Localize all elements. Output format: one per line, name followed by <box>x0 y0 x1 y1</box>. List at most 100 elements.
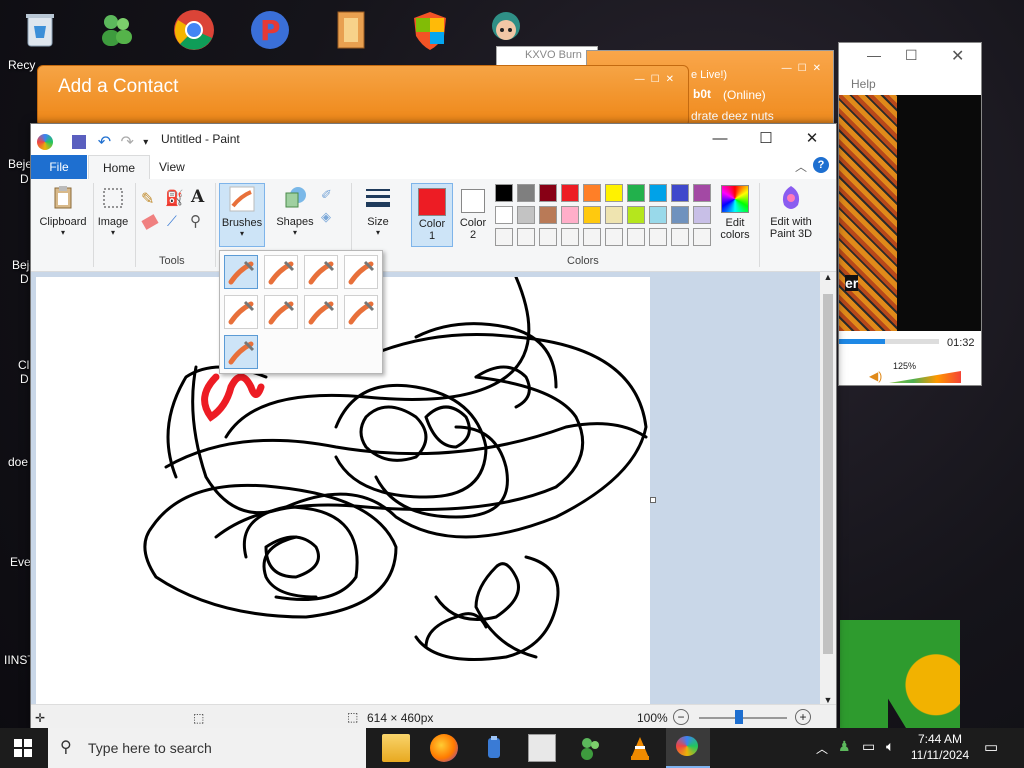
scroll-up-icon[interactable]: ▲ <box>820 272 836 282</box>
brush-option[interactable] <box>344 295 378 329</box>
canvas-resize-handle[interactable] <box>650 497 656 503</box>
color-swatch[interactable] <box>649 228 667 246</box>
start-button[interactable] <box>14 739 32 757</box>
player-maximize-icon[interactable]: ☐ <box>905 47 918 64</box>
tray-chevron-icon[interactable]: ︿ <box>816 740 828 757</box>
chat-window-controls[interactable]: —☐✕ <box>782 63 827 74</box>
news-app-icon[interactable] <box>528 734 556 762</box>
color-swatch[interactable] <box>627 184 645 202</box>
color2-button[interactable]: Color 2 <box>455 183 491 241</box>
brush-option[interactable] <box>224 295 258 329</box>
brush-option[interactable] <box>304 255 338 289</box>
color-swatch[interactable] <box>693 206 711 224</box>
color-swatch[interactable] <box>605 206 623 224</box>
recycle-bin-icon[interactable] <box>18 8 62 52</box>
scroll-thumb[interactable] <box>823 294 833 654</box>
color-swatch[interactable] <box>693 228 711 246</box>
color-picker-icon[interactable]: ⟋ <box>167 213 177 230</box>
paint-app-icon[interactable] <box>37 134 53 150</box>
maximize-icon[interactable]: ☐ <box>743 124 789 154</box>
color-swatch[interactable] <box>605 228 623 246</box>
media-player-window[interactable]: Help — ☐ ✕ er 01:32 ◀) 125% <box>838 42 982 386</box>
speaker-icon[interactable]: ◀) <box>869 369 882 383</box>
color-swatch[interactable] <box>605 184 623 202</box>
shield-icon[interactable] <box>408 8 452 52</box>
color-swatch[interactable] <box>649 206 667 224</box>
text-icon[interactable]: A <box>191 187 204 207</box>
color-swatch[interactable] <box>495 184 513 202</box>
vertical-scrollbar[interactable]: ▲ ▼ <box>820 272 836 705</box>
collapse-ribbon-icon[interactable]: ︿ <box>795 158 807 175</box>
color-swatch[interactable] <box>693 184 711 202</box>
file-explorer-icon[interactable] <box>382 734 410 762</box>
fill-icon[interactable]: ⛽ <box>165 189 184 207</box>
help-icon[interactable]: ? <box>813 157 829 173</box>
color-swatch[interactable] <box>539 206 557 224</box>
pencil-icon[interactable]: ✎ <box>141 189 154 209</box>
clock[interactable]: 7:44 AM 11/11/2024 <box>906 730 974 762</box>
color-swatch[interactable] <box>539 184 557 202</box>
save-icon[interactable] <box>72 135 87 149</box>
color-swatch[interactable] <box>517 206 535 224</box>
size-button[interactable]: Size ▾ <box>357 183 399 237</box>
player-help-menu[interactable]: Help <box>851 77 876 91</box>
tab-home[interactable]: Home <box>88 155 151 180</box>
network-icon[interactable]: ▭ <box>862 738 875 755</box>
color-swatch[interactable] <box>539 228 557 246</box>
outline-icon[interactable]: ✐ <box>321 187 332 203</box>
color-swatch[interactable] <box>671 206 689 224</box>
anime-character-icon[interactable] <box>484 6 528 50</box>
zoom-in-icon[interactable]: + <box>795 709 811 725</box>
firefox-icon[interactable] <box>430 734 458 762</box>
app-blue-icon[interactable] <box>480 734 508 762</box>
color-swatch[interactable] <box>671 228 689 246</box>
color-swatch[interactable] <box>671 184 689 202</box>
clipboard-button[interactable]: Clipboard ▾ <box>35 183 91 237</box>
color-swatch[interactable] <box>583 184 601 202</box>
brush-option[interactable] <box>264 295 298 329</box>
paint-window[interactable]: ↶ ↷ ▾ Untitled - Paint — ☐ ✕ File Home V… <box>30 123 837 732</box>
minimize-icon[interactable]: — <box>697 124 743 154</box>
chat-status[interactable]: (Online) <box>723 88 766 102</box>
color-swatch[interactable] <box>561 184 579 202</box>
search-box[interactable]: ⚲ Type here to search <box>48 728 366 768</box>
color-swatch[interactable] <box>561 206 579 224</box>
zoom-slider-thumb[interactable] <box>735 710 743 724</box>
player-close-icon[interactable]: ✕ <box>951 46 964 66</box>
close-icon[interactable]: ✕ <box>789 124 835 154</box>
kxvo-window-tab[interactable]: KXVO Burn <box>496 46 598 66</box>
player-minimize-icon[interactable]: — <box>867 47 881 63</box>
add-contact-controls[interactable]: —☐✕ <box>635 74 680 85</box>
volume-slider[interactable] <box>889 371 961 383</box>
color-swatch[interactable] <box>627 228 645 246</box>
fill-shape-icon[interactable]: ◈ <box>321 209 331 225</box>
eraser-icon[interactable] <box>141 214 159 230</box>
color-swatch[interactable] <box>583 206 601 224</box>
vlc-icon[interactable] <box>626 734 654 762</box>
p-app-icon[interactable]: P <box>248 8 292 52</box>
folder-door-icon[interactable] <box>330 8 374 52</box>
brush-option[interactable] <box>224 255 258 289</box>
edit-with-paint3d-button[interactable]: Edit with Paint 3D <box>765 183 817 240</box>
add-contact-window[interactable]: Add a Contact —☐✕ <box>37 65 689 127</box>
zoom-slider[interactable] <box>699 717 787 719</box>
shapes-button[interactable]: Shapes ▾ <box>273 183 317 237</box>
zoom-out-icon[interactable]: − <box>673 709 689 725</box>
tab-file[interactable]: File <box>31 155 87 179</box>
messenger-icon[interactable] <box>94 8 138 52</box>
brush-option[interactable] <box>304 295 338 329</box>
messenger-taskbar-icon[interactable] <box>576 734 604 762</box>
color-swatch[interactable] <box>495 228 513 246</box>
tray-people-icon[interactable]: ♟ <box>838 738 851 755</box>
brush-option[interactable] <box>224 335 258 369</box>
color-swatch[interactable] <box>517 184 535 202</box>
image-button[interactable]: Image ▾ <box>95 183 131 237</box>
color-swatch[interactable] <box>495 206 513 224</box>
customize-qat-icon[interactable]: ▾ <box>143 137 148 148</box>
undo-icon[interactable]: ↶ <box>98 132 111 152</box>
color-swatch[interactable] <box>517 228 535 246</box>
edit-colors-button[interactable]: Edit colors <box>715 183 755 241</box>
chrome-icon[interactable] <box>172 8 216 52</box>
volume-icon[interactable]: 🔈︎ <box>886 738 894 755</box>
brushes-button[interactable]: Brushes ▾ <box>219 183 265 247</box>
